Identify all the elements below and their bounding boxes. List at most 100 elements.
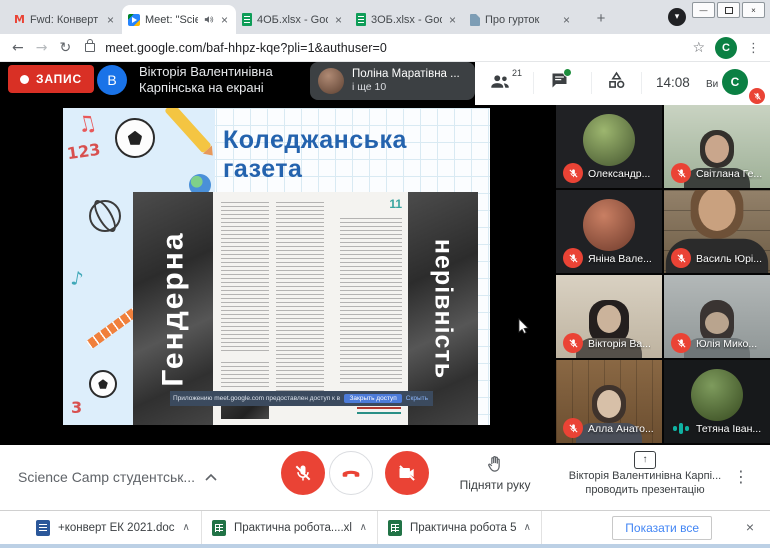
meeting-name: Science Camp студентськ... — [18, 469, 195, 485]
download-item[interactable]: +конверт ЕК 2021.doc ∧ — [26, 511, 202, 544]
tab-audio-icon[interactable] — [203, 14, 214, 25]
participant-name: Алла Анато... — [588, 423, 654, 435]
participant-tile[interactable]: Олександр... — [556, 105, 662, 188]
participant-tile[interactable]: Алла Анато... — [556, 360, 662, 443]
browser-menu-icon[interactable]: ⋮ — [747, 41, 760, 56]
download-filename: Практична робота 5.xlsx — [410, 522, 516, 534]
back-icon[interactable]: ← — [12, 40, 24, 56]
chat-button[interactable] — [549, 70, 570, 91]
mic-off-badge — [671, 163, 691, 183]
participant-name: Світлана Ге... — [696, 168, 762, 180]
participants-grid: Олександр... Світлана Ге... Яніна Вале..… — [556, 105, 770, 445]
avatar — [691, 369, 743, 421]
participant-tile[interactable]: Вікторія Ва... — [556, 275, 662, 358]
downloads-close-icon[interactable]: × — [746, 519, 754, 535]
download-menu-icon[interactable]: ∧ — [360, 522, 367, 533]
tab-title: 3ОБ.xlsx - Google Т — [371, 14, 442, 26]
tab-title: Про гурток — [485, 14, 556, 26]
tab-close-icon[interactable]: × — [219, 13, 230, 27]
restore-button[interactable] — [717, 2, 740, 18]
mic-off-badge — [563, 333, 583, 353]
show-all-downloads-button[interactable]: Показати все — [612, 516, 712, 540]
tab-gmail[interactable]: M Fwd: Конверт - s.k × — [8, 5, 122, 34]
meet-app: Коледжанська газета ♫ 123 ♪ 3 — [0, 62, 770, 445]
excel-file-icon — [212, 520, 226, 536]
window-close-button[interactable]: × — [742, 2, 765, 18]
forward-icon[interactable]: → — [36, 40, 48, 56]
excel-file-icon — [388, 520, 402, 536]
hangup-icon — [340, 462, 362, 484]
participant-tile[interactable]: Світлана Ге... — [664, 105, 770, 188]
mic-off-badge — [563, 418, 583, 438]
minimize-button[interactable]: — — [692, 2, 715, 18]
shared-screen: Коледжанська газета ♫ 123 ♪ 3 — [0, 62, 556, 445]
raise-hand-button[interactable]: Підняти руку — [440, 453, 550, 492]
tab-sheet-4ob[interactable]: 4ОБ.xlsx - Google Т × — [236, 5, 350, 34]
self-avatar[interactable]: C — [722, 69, 748, 95]
download-menu-icon[interactable]: ∧ — [524, 522, 531, 533]
camera-off-icon — [397, 463, 417, 483]
sheets-icon — [356, 13, 366, 26]
meet-top-bar: 21 14:08 — [475, 62, 770, 105]
new-tab-button[interactable]: + — [590, 8, 612, 30]
presenting-status[interactable]: ↑ Вікторія Валентинівна Карпі... проводи… — [565, 449, 725, 497]
refresh-icon[interactable]: ↻ — [59, 40, 71, 56]
word-file-icon — [36, 520, 50, 536]
address-bar: ← → ↻ meet.google.com/baf-hhpz-kqe?pli=1… — [0, 34, 770, 62]
participant-count: 21 — [512, 68, 522, 78]
self-mic-muted-badge — [749, 88, 765, 104]
participant-name: Юлія Мико... — [696, 338, 757, 350]
tab-sheet-3ob[interactable]: 3ОБ.xlsx - Google Т × — [350, 5, 464, 34]
speaking-indicator — [673, 422, 689, 434]
tab-meet[interactable]: Meet: "Science × — [122, 5, 236, 34]
present-icon: ↑ — [634, 451, 656, 469]
soccer-ball-icon — [89, 370, 117, 398]
pinned-participant-pill[interactable]: Поліна Маратівна ... і ще 10 — [310, 62, 475, 100]
download-item[interactable]: Практична робота 5.xlsx ∧ — [378, 511, 542, 544]
media-controls-button[interactable]: ▾ — [668, 8, 686, 26]
downloads-bar: +конверт ЕК 2021.doc ∧ Практична робота.… — [0, 510, 770, 544]
tab-close-icon[interactable]: × — [447, 13, 458, 27]
hide-button[interactable]: Скрыть — [406, 395, 428, 402]
tab-close-icon[interactable]: × — [333, 13, 344, 27]
presenter-avatar: В — [97, 65, 127, 95]
download-filename: +конверт ЕК 2021.doc — [58, 522, 175, 534]
participant-tile[interactable]: Яніна Вале... — [556, 190, 662, 273]
participant-tile[interactable]: Юлія Мико... — [664, 275, 770, 358]
clock: 14:08 — [656, 75, 690, 90]
meeting-name-button[interactable]: Science Camp студентськ... — [18, 469, 217, 485]
mic-off-badge — [563, 163, 583, 183]
participant-tile[interactable]: Тетяна Іван... — [664, 360, 770, 443]
meet-bottom-bar: Science Camp студентськ... — [0, 445, 770, 510]
pencil-icon — [164, 108, 212, 154]
mic-toggle-button[interactable] — [281, 451, 325, 495]
tab-close-icon[interactable]: × — [105, 13, 116, 27]
meet-icon — [128, 14, 140, 26]
activities-button[interactable] — [606, 70, 627, 91]
leave-call-button[interactable] — [329, 451, 373, 495]
participants-button[interactable]: 21 — [489, 70, 522, 92]
download-item[interactable]: Практична робота....xlsx ∧ — [202, 511, 378, 544]
tab-close-icon[interactable]: × — [561, 13, 572, 27]
participant-tile[interactable]: Василь Юрі... — [664, 190, 770, 273]
credit-line — [357, 407, 401, 409]
slide-title: Коледжанська газета — [223, 126, 483, 184]
bookmark-star-icon[interactable]: ☆ — [692, 40, 705, 56]
mic-off-badge — [671, 248, 691, 268]
record-dot-icon — [20, 75, 29, 84]
atom-icon — [89, 200, 121, 232]
avatar — [583, 114, 635, 166]
tab-gurtok[interactable]: Про гурток × — [464, 5, 578, 34]
download-menu-icon[interactable]: ∧ — [183, 522, 190, 533]
camera-toggle-button[interactable] — [385, 451, 429, 495]
padlock-icon[interactable] — [85, 43, 95, 52]
url-text[interactable]: meet.google.com/baf-hhpz-kqe?pli=1&authu… — [105, 41, 387, 55]
tab-title: Fwd: Конверт - s.k — [30, 14, 100, 26]
presentation-slide: Коледжанська газета ♫ 123 ♪ 3 — [63, 108, 490, 425]
stop-sharing-button[interactable]: Закрыть доступ — [344, 394, 401, 403]
recording-badge: ЗАПИС — [8, 65, 94, 93]
browser-profile-avatar[interactable]: C — [715, 37, 737, 59]
participant-name: Олександр... — [588, 168, 650, 180]
browser-window: M Fwd: Конверт - s.k × Meet: "Science × … — [0, 0, 770, 548]
more-options-icon[interactable]: ⋮ — [733, 467, 749, 486]
